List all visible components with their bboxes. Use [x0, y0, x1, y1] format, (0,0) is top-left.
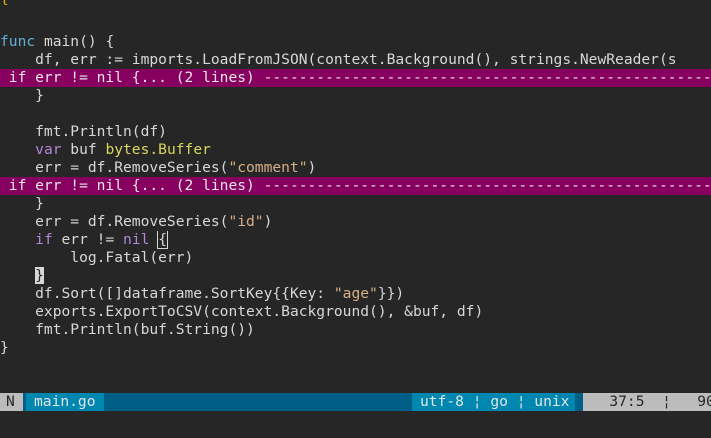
status-bar: N main.go utf-8 ¦ go ¦ unix 37:5 ¦ 90%: [0, 393, 711, 411]
code-editor[interactable]: { func main() { df, err := imports.LoadF…: [0, 0, 711, 438]
code-line-close-brace-2[interactable]: }: [0, 195, 711, 213]
code-line-func-main[interactable]: func main() {: [0, 33, 711, 51]
code-line-println-df[interactable]: fmt.Println(df): [0, 123, 711, 141]
fileformat-label: unix: [534, 393, 570, 410]
code-line-sort[interactable]: df.Sort([]dataframe.SortKey{{Key: "age"}…: [0, 285, 711, 303]
filename-label: main.go: [26, 393, 104, 411]
code-fold-2[interactable]: if err != nil {... (2 lines) -----------…: [0, 177, 711, 195]
keyword-func: func: [0, 33, 36, 50]
code-line-var-buf[interactable]: var buf bytes.Buffer: [0, 141, 711, 159]
code-fold-1[interactable]: if err != nil {... (2 lines) -----------…: [0, 69, 711, 87]
code-line-close-main[interactable]: }: [0, 339, 711, 357]
code-line-partial: {: [0, 0, 711, 8]
code-line-export-csv[interactable]: exports.ExportToCSV(context.Background()…: [0, 303, 711, 321]
code-line-remove-id[interactable]: err = df.RemoveSeries("id"): [0, 213, 711, 231]
string-literal: "id": [228, 213, 264, 230]
keyword-nil: nil: [123, 231, 150, 248]
command-line[interactable]: [0, 414, 711, 432]
keyword-if: if: [35, 231, 53, 248]
code-line-cursor[interactable]: }: [0, 267, 711, 285]
mode-indicator: N: [0, 393, 23, 411]
text-cursor: }: [35, 267, 44, 284]
code-line-load-json[interactable]: df, err := imports.LoadFromJSON(context.…: [0, 51, 711, 69]
cursor-position: 37:5 ¦ 90%: [583, 393, 711, 411]
code-line-log-fatal[interactable]: log.Fatal(err): [0, 249, 711, 267]
code-line-if-err[interactable]: if err != nil {: [0, 231, 711, 249]
code-line-println-buf[interactable]: fmt.Println(buf.String()): [0, 321, 711, 339]
string-literal: "age": [333, 285, 378, 302]
line-col-label: 37:5: [609, 393, 645, 410]
code-line-remove-comment[interactable]: err = df.RemoveSeries("comment"): [0, 159, 711, 177]
percent-label: 90%: [697, 393, 711, 410]
file-info: utf-8 ¦ go ¦ unix: [412, 393, 576, 411]
keyword-var: var: [35, 141, 62, 158]
type-name: bytes.Buffer: [105, 141, 211, 158]
matched-bracket-open: {: [157, 231, 168, 249]
encoding-label: utf-8: [420, 393, 464, 410]
filetype-label: go: [490, 393, 508, 410]
code-line-close-brace[interactable]: }: [0, 87, 711, 105]
string-literal: "comment": [228, 159, 308, 176]
